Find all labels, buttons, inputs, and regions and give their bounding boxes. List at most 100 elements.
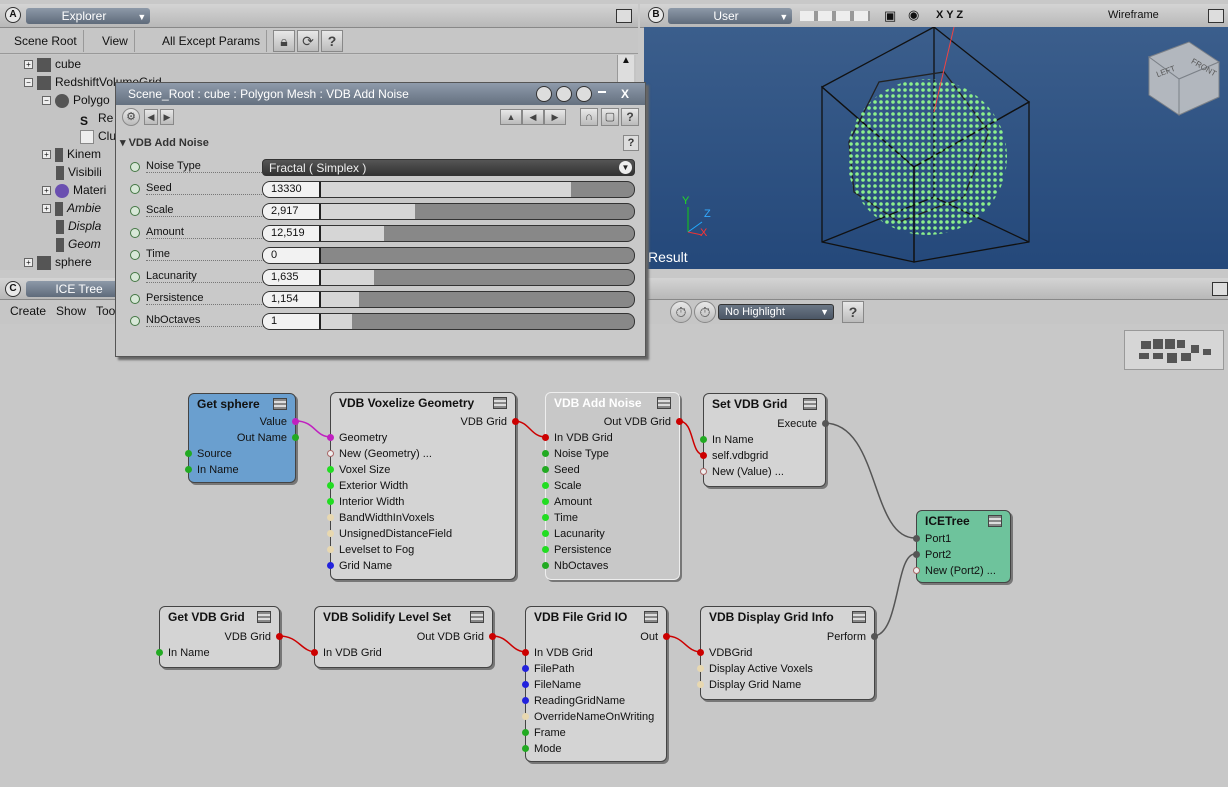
help-icon[interactable]: ? (621, 108, 639, 126)
port-source[interactable]: Source (185, 446, 232, 462)
port-overridenameonwriting[interactable]: OverrideNameOnWriting (522, 709, 654, 725)
tree-item-sphere[interactable]: + sphere (24, 253, 92, 270)
node-menu-icon[interactable] (803, 398, 817, 410)
port-dot[interactable] (663, 633, 670, 640)
port-dot[interactable] (697, 681, 704, 688)
create-menu[interactable]: Create (4, 300, 52, 322)
port-dot[interactable] (327, 450, 334, 457)
port-dot[interactable] (676, 418, 683, 425)
port-self-vdbgrid[interactable]: self.vdbgrid (700, 448, 768, 464)
animation-icon[interactable] (130, 294, 140, 304)
ice-minimap[interactable] (1124, 330, 1224, 370)
scene-root-menu[interactable]: Scene Root (8, 30, 84, 52)
port-filepath[interactable]: FilePath (522, 661, 574, 677)
expand-icon[interactable]: + (24, 60, 33, 70)
param-value-field[interactable]: 12,519 (263, 226, 321, 241)
port-dot[interactable] (542, 498, 549, 505)
port-dot[interactable] (327, 434, 334, 441)
ppg-section-header[interactable]: ▾ VDB Add Noise ? (120, 134, 641, 152)
port-dot[interactable] (327, 498, 334, 505)
node-menu-icon[interactable] (644, 611, 658, 623)
port-dot[interactable] (522, 681, 529, 688)
explorer-title-pill[interactable]: Explorer ▼ (26, 8, 150, 24)
param-value-field[interactable]: 1,154 (263, 292, 321, 307)
stopwatch-icon[interactable]: ⏱︎ (694, 301, 716, 323)
expand-icon[interactable]: + (42, 204, 51, 214)
tree-item-re[interactable]: S Re (80, 109, 113, 128)
node-vdb-display-grid-info[interactable]: VDB Display Grid Info Perform VDBGrid Dis… (697, 606, 878, 700)
tree-item-polygon[interactable]: − Polygo (42, 91, 110, 109)
port-dot[interactable] (327, 562, 334, 569)
port-dot[interactable] (542, 562, 549, 569)
port-dot[interactable] (327, 466, 334, 473)
port-dot[interactable] (276, 633, 283, 640)
node-vdb-file-grid-io[interactable]: VDB File Grid IO Out In VDB Grid FilePath… (522, 606, 670, 762)
tree-item-visibili[interactable]: Visibili (56, 163, 102, 181)
tree-item-kinem[interactable]: + Kinem (42, 145, 101, 163)
port-dot[interactable] (522, 649, 529, 656)
param-slider[interactable]: 13330 (262, 181, 635, 198)
node-menu-icon[interactable] (657, 397, 671, 409)
lock-icon[interactable]: 🔒︎ (273, 30, 295, 52)
section-help-icon[interactable]: ? (623, 135, 639, 151)
port-exterior-width[interactable]: Exterior Width (327, 478, 408, 494)
minimize-button[interactable] (598, 91, 606, 93)
port-geometry[interactable]: Geometry (327, 430, 387, 446)
param-slider[interactable]: 2,917 (262, 203, 635, 220)
eye-icon[interactable]: ◉ (908, 7, 919, 23)
refresh-icon[interactable]: ⟳ (297, 30, 319, 52)
lock-icon[interactable]: ∩ (580, 108, 598, 126)
port-dot[interactable] (913, 567, 920, 574)
port-dot[interactable] (522, 713, 529, 720)
port-dot[interactable] (512, 418, 519, 425)
port-frame[interactable]: Frame (522, 725, 566, 741)
expand-icon[interactable]: + (42, 186, 51, 196)
param-slider[interactable]: 12,519 (262, 225, 635, 242)
node-vdb-voxelize-geometry[interactable]: VDB Voxelize Geometry VDB Grid Geometry N… (327, 392, 519, 580)
port-dot[interactable] (311, 649, 318, 656)
param-slider[interactable]: 1 (262, 313, 635, 330)
port-in-vdb-grid[interactable]: In VDB Grid (311, 645, 382, 661)
port-persistence[interactable]: Persistence (542, 542, 611, 558)
port-filename[interactable]: FileName (522, 677, 581, 693)
viewport-canvas[interactable]: Y Z X LEFT FRONT Result (644, 27, 1228, 269)
port-out-vdb-grid[interactable]: Out VDB Grid (417, 629, 496, 645)
port-dot[interactable] (542, 482, 549, 489)
port-in-name[interactable]: In Name (156, 645, 210, 661)
port-port1[interactable]: Port1 (913, 531, 951, 547)
port-dot[interactable] (489, 633, 496, 640)
port-execute[interactable]: Execute (777, 416, 829, 432)
port-dot[interactable] (327, 546, 334, 553)
axes-label[interactable]: X Y Z (936, 9, 963, 21)
node-get-vdb-grid[interactable]: Get VDB Grid VDB Grid In Name (156, 606, 283, 668)
port-dot[interactable] (156, 649, 163, 656)
port-new-value[interactable]: New (Value) ... (700, 464, 784, 480)
port-new-port2[interactable]: New (Port2) ... (913, 563, 996, 579)
ppg-titlebar[interactable]: Scene_Root : cube : Polygon Mesh : VDB A… (116, 83, 645, 105)
animation-icon[interactable] (130, 250, 140, 260)
show-menu[interactable]: Show (50, 300, 92, 322)
port-dot[interactable] (522, 665, 529, 672)
port-interior-width[interactable]: Interior Width (327, 494, 404, 510)
port-dot[interactable] (700, 436, 707, 443)
port-dot[interactable] (822, 420, 829, 427)
node-menu-icon[interactable] (493, 397, 507, 409)
port-display-grid-name[interactable]: Display Grid Name (697, 677, 801, 693)
port-new-geometry[interactable]: New (Geometry) ... (327, 446, 432, 462)
port-in-name[interactable]: In Name (185, 462, 239, 478)
node-menu-icon[interactable] (470, 611, 484, 623)
port-mode[interactable]: Mode (522, 741, 562, 757)
animation-icon[interactable] (130, 316, 140, 326)
ppg-options-icon[interactable] (536, 86, 552, 102)
tree-item-ambie[interactable]: + Ambie (42, 199, 101, 217)
maximize-button[interactable] (616, 9, 632, 23)
timer-icon[interactable]: ⏱︎ (670, 301, 692, 323)
node-menu-icon[interactable] (257, 611, 271, 623)
forward-icon[interactable]: ▶ (544, 109, 566, 125)
animation-icon[interactable] (130, 228, 140, 238)
expand-icon[interactable]: + (24, 258, 33, 268)
port-dot[interactable] (522, 697, 529, 704)
port-dot[interactable] (327, 530, 334, 537)
port-dot[interactable] (697, 665, 704, 672)
param-value-field[interactable]: 13330 (263, 182, 321, 197)
